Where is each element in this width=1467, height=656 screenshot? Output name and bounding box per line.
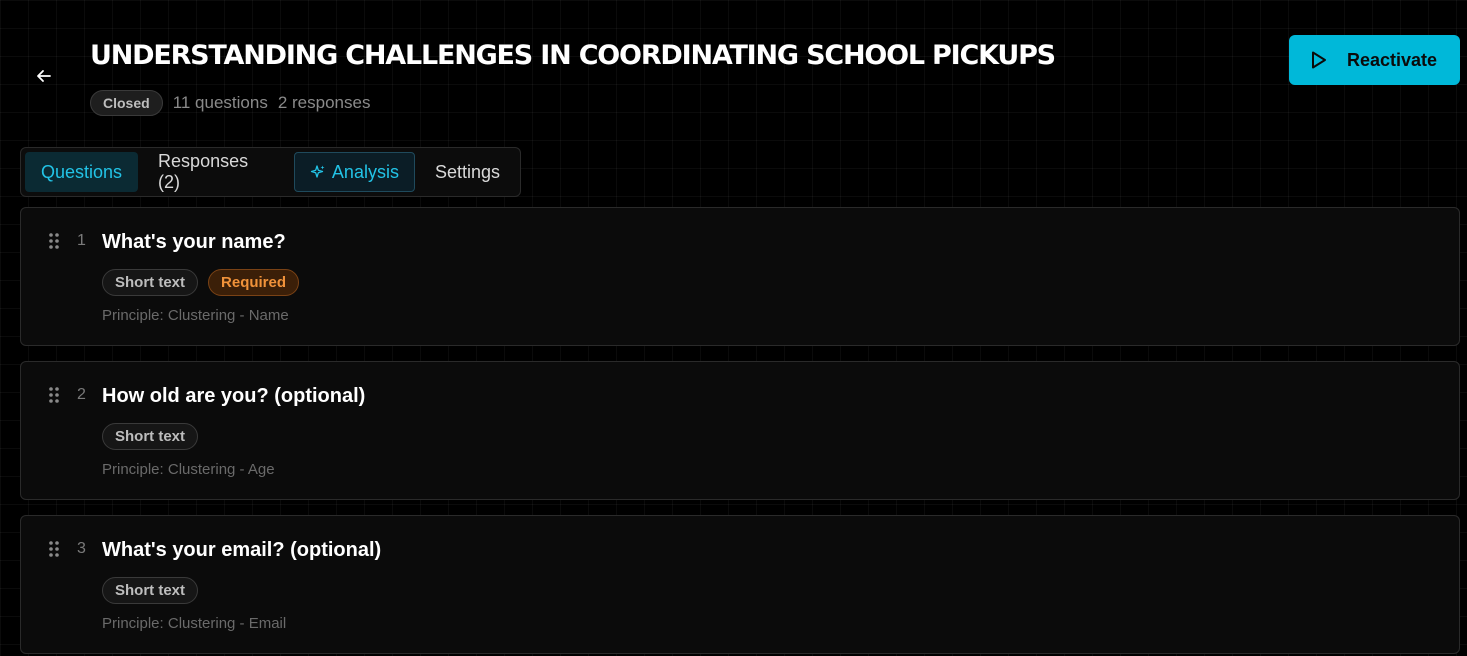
question-principle: Principle: Clustering - Email: [102, 615, 287, 632]
question-number: 1: [77, 232, 86, 249]
question-number: 3: [77, 540, 86, 557]
question-type-badge: Short text: [102, 269, 199, 296]
question-principle: Principle: Clustering - Name: [102, 307, 289, 324]
reactivate-button[interactable]: Reactivate: [1289, 35, 1460, 85]
page-title: UNDERSTANDING CHALLENGES IN COORDINATING…: [90, 40, 1056, 71]
tab-questions[interactable]: Questions: [25, 152, 139, 192]
tab-responses[interactable]: Responses (2): [142, 151, 290, 192]
question-number: 2: [77, 386, 86, 403]
tab-responses-label: Responses (2): [158, 151, 249, 192]
drag-handle-icon[interactable]: [48, 540, 60, 558]
question-title: What's your email? (optional): [102, 539, 382, 561]
tab-settings[interactable]: Settings: [419, 152, 516, 192]
question-title: How old are you? (optional): [102, 385, 366, 407]
question-title: What's your name?: [102, 231, 286, 253]
question-tags: Short text: [102, 423, 199, 450]
question-card[interactable]: 2 How old are you? (optional) Short text…: [20, 361, 1460, 500]
tab-questions-label: Questions: [41, 161, 123, 182]
question-card[interactable]: 3 What's your email? (optional) Short te…: [20, 515, 1460, 654]
question-type-badge: Short text: [102, 423, 199, 450]
play-icon: [1312, 51, 1326, 69]
drag-handle-icon[interactable]: [48, 386, 60, 404]
drag-handle-icon[interactable]: [48, 232, 60, 250]
arrow-left-icon: [37, 70, 51, 82]
question-card[interactable]: 1 What's your name? Short text Required …: [20, 207, 1460, 346]
status-badge: Closed: [90, 90, 163, 116]
required-badge: Required: [208, 269, 300, 296]
back-button[interactable]: [30, 62, 58, 90]
tab-bar: Questions Responses (2) Analysis Setting…: [20, 147, 521, 197]
question-tags: Short text Required: [102, 269, 300, 296]
tab-settings-label: Settings: [434, 161, 500, 182]
question-principle: Principle: Clustering - Age: [102, 461, 275, 478]
questions-count: 11 questions: [172, 93, 268, 112]
responses-count: 2 responses: [277, 93, 371, 112]
question-tags: Short text: [102, 577, 199, 604]
tab-analysis-label: Analysis: [331, 161, 399, 182]
reactivate-label: Reactivate: [1347, 49, 1438, 70]
question-type-badge: Short text: [102, 577, 199, 604]
sparkle-icon: [310, 165, 325, 178]
tab-analysis[interactable]: Analysis: [293, 152, 415, 192]
survey-meta: Closed 11 questions 2 responses: [90, 90, 370, 116]
